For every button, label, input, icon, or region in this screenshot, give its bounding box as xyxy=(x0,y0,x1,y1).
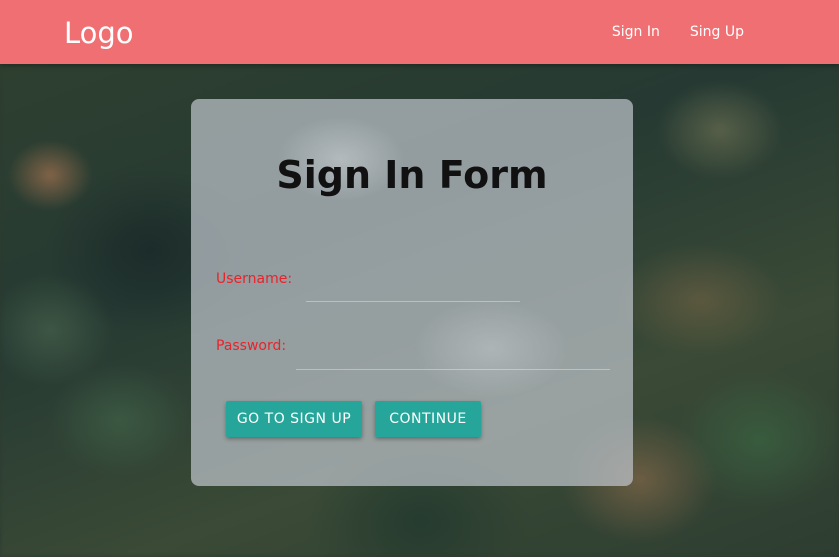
go-to-sign-up-button[interactable]: GO TO SIGN UP xyxy=(226,401,362,437)
username-input[interactable] xyxy=(306,271,520,302)
navbar: Logo Sign In Sing Up xyxy=(0,0,839,64)
nav-link-sign-in[interactable]: Sign In xyxy=(597,24,675,40)
nav-links: Sign In Sing Up xyxy=(597,0,759,64)
nav-link-sign-up[interactable]: Sing Up xyxy=(675,24,759,40)
page: Logo Sign In Sing Up Sign In Form Userna… xyxy=(0,0,839,557)
password-label: Password: xyxy=(216,338,287,354)
password-input[interactable] xyxy=(296,339,610,370)
continue-button[interactable]: CONTINUE xyxy=(375,401,481,437)
username-label: Username: xyxy=(216,271,293,287)
logo[interactable]: Logo xyxy=(64,13,134,53)
form-title: Sign In Form xyxy=(276,153,548,197)
sign-in-card: Sign In Form Username: Password: GO TO S… xyxy=(191,99,633,486)
